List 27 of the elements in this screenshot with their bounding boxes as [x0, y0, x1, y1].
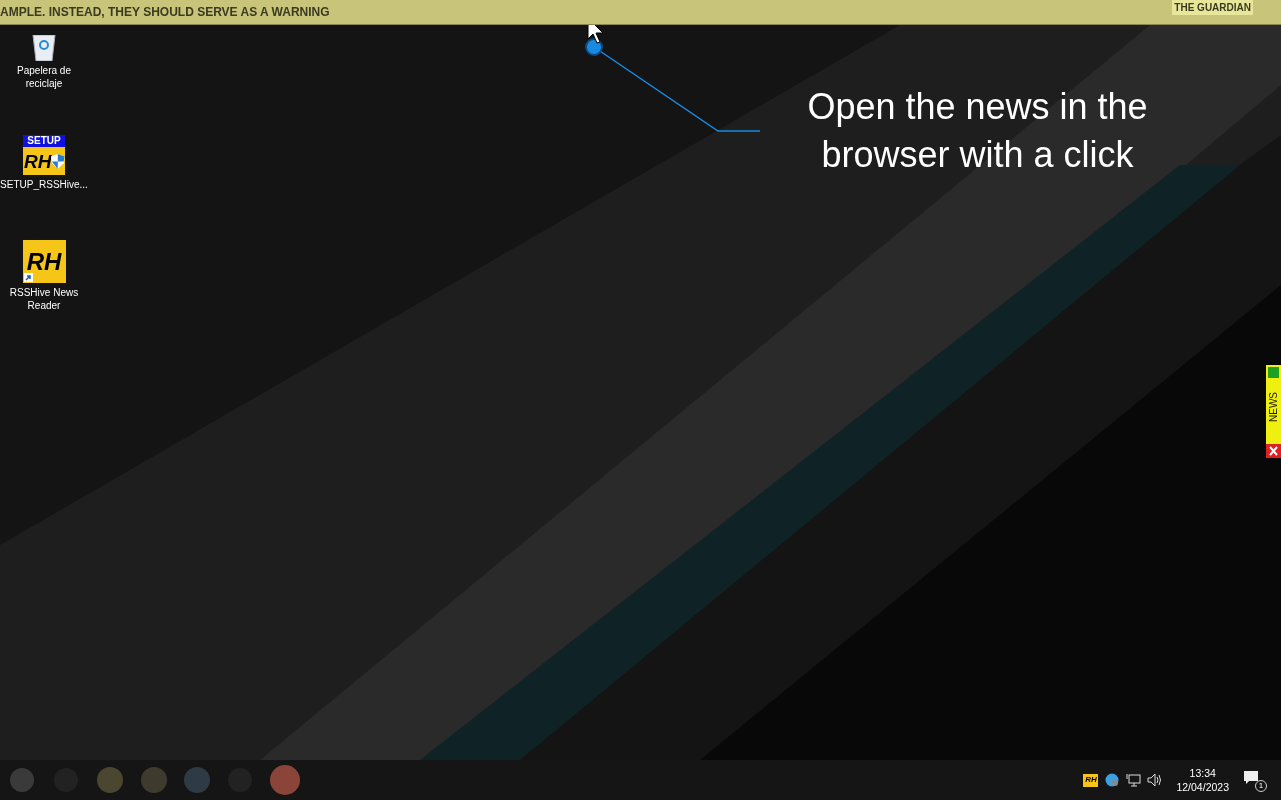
clock-date: 12/04/2023: [1176, 780, 1229, 794]
news-ticker-bar[interactable]: AMPLE. INSTEAD, THEY SHOULD SERVE AS A WARNING THE GUARDIAN: [0, 0, 1281, 25]
shortcut-arrow-icon: [23, 273, 33, 282]
ticker-headline[interactable]: AMPLE. INSTEAD, THEY SHOULD SERVE AS A WARNING: [0, 3, 330, 21]
news-side-tab[interactable]: NEWS: [1266, 365, 1281, 444]
shield-icon: [51, 152, 65, 170]
volume-icon[interactable]: [1147, 773, 1163, 787]
close-icon[interactable]: [1266, 444, 1281, 458]
callout-text: Open the news in the browser with a click: [806, 85, 1149, 177]
desktop-icon-label[interactable]: RSSHive News Reader: [0, 286, 88, 312]
notification-count: 1: [1255, 780, 1267, 792]
logo-text: RH: [24, 151, 52, 171]
side-tab-label[interactable]: NEWS: [1267, 392, 1280, 422]
clock-time: 13:34: [1189, 766, 1216, 780]
message-icon: [1243, 770, 1259, 786]
logo-text: RH: [26, 249, 62, 274]
clock[interactable]: 13:34 12/04/2023: [1176, 766, 1229, 794]
setup-badge: SETUP: [23, 135, 65, 147]
notifications-button[interactable]: 1: [1243, 768, 1267, 792]
recycle-bin-icon: [29, 35, 59, 61]
tray-logo-icon[interactable]: RH: [1083, 773, 1099, 787]
status-square-icon: [1268, 367, 1279, 378]
desktop-icon-label[interactable]: Papelera de reciclaje: [0, 64, 88, 90]
network-icon[interactable]: [1126, 773, 1142, 787]
news-source-label: THE GUARDIAN: [1172, 0, 1253, 15]
desktop-icon-label[interactable]: SETUP_RSSHive...: [0, 178, 88, 191]
globe-icon[interactable]: [1105, 773, 1120, 787]
